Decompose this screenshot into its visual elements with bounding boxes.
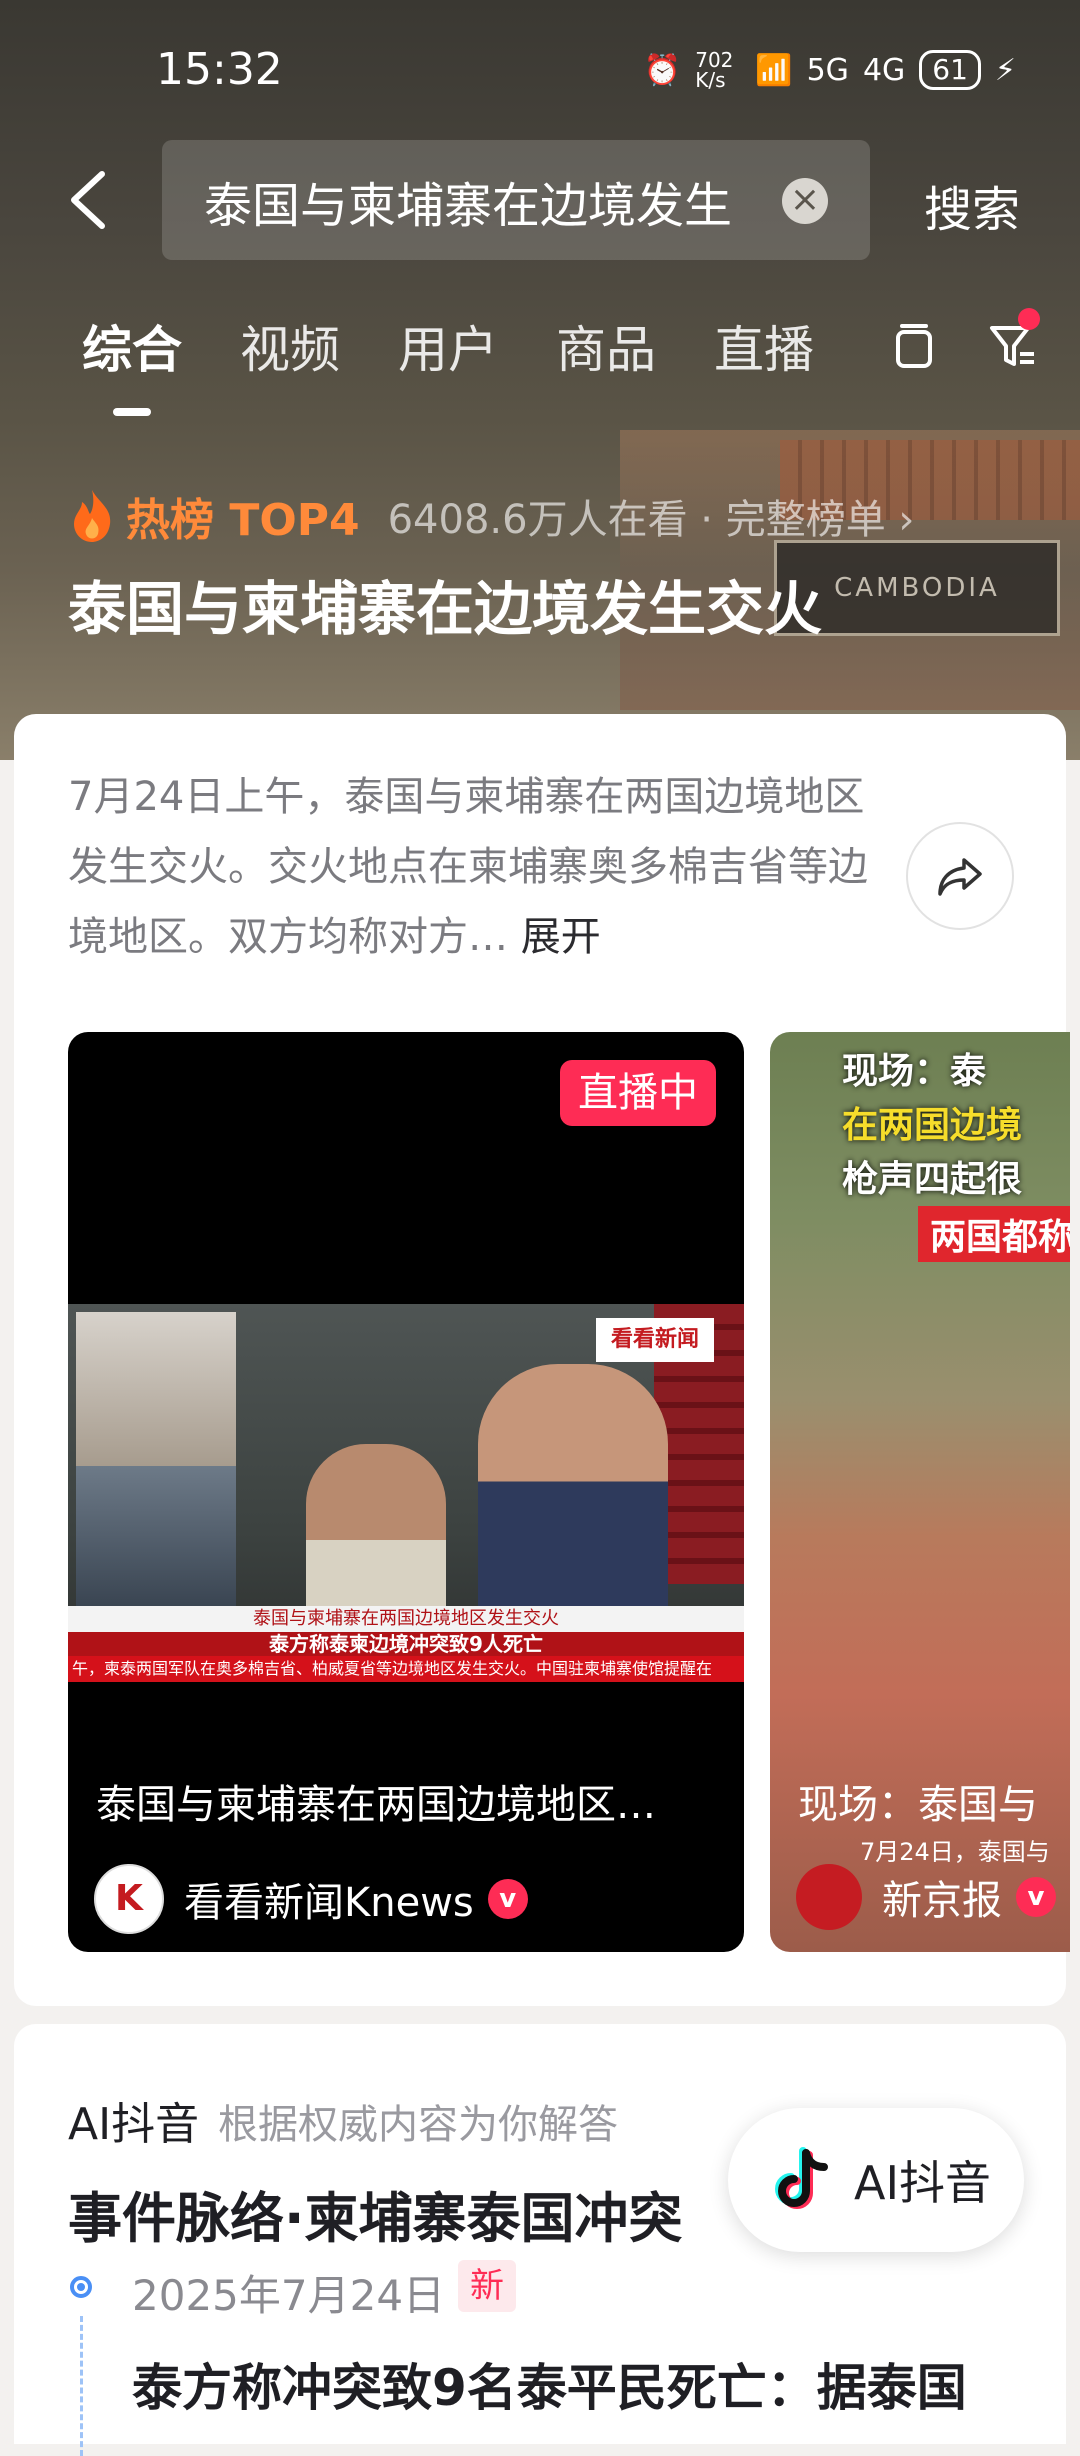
charging-icon: ⚡ xyxy=(994,52,1016,88)
ai-label: AI抖音 xyxy=(68,2099,200,2150)
thumbnail-pip-expert xyxy=(76,1466,236,1606)
video2-caption: 两国都称 xyxy=(918,1206,1070,1262)
hot-rank-row[interactable]: 热榜 TOP4 6408.6万人在看 · 完整榜单 › xyxy=(68,484,914,548)
clear-icon[interactable]: × xyxy=(782,178,828,224)
video-thumbnail: 看看新闻 泰国与柬埔寨在两国边境地区发生交火 泰方称泰柬边境冲突致9人死亡 午，… xyxy=(68,1304,744,1682)
author-name: 新京报 xyxy=(882,1878,1002,1924)
douyin-icon xyxy=(775,2147,828,2209)
signal-5g: 5G xyxy=(806,52,849,88)
status-bar: 15:32 ⏰ 702 K/s 📶 5G 4G 61 ⚡ xyxy=(0,0,1080,140)
avatar[interactable] xyxy=(94,1864,164,1934)
thumbnail-ticker: 泰国与柬埔寨在两国边境地区发生交火 泰方称泰柬边境冲突致9人死亡 午，柬泰两国军… xyxy=(68,1606,744,1682)
timeline-date: 2025年7月24日 xyxy=(132,2271,446,2320)
alarm-icon: ⏰ xyxy=(643,52,682,88)
search-bar[interactable]: × xyxy=(162,140,870,262)
search-button[interactable]: 搜索 xyxy=(924,170,1020,240)
video-author[interactable]: 新京报 v xyxy=(796,1864,1056,1930)
signal-4g: 4G xyxy=(862,52,906,88)
timeline-dot xyxy=(70,2276,92,2298)
tab-users[interactable]: 用户 xyxy=(398,310,498,390)
author-name: 看看新闻Knews xyxy=(184,1880,474,1926)
status-icons: ⏰ 702 K/s 📶 5G 4G 61 ⚡ xyxy=(644,50,1016,90)
ai-douyin-button[interactable]: AI抖音 xyxy=(728,2108,1024,2252)
ticker-main: 泰方称泰柬边境冲突致9人死亡 xyxy=(269,1632,543,1656)
thumbnail-pip-host xyxy=(76,1312,236,1466)
new-badge: 新 xyxy=(458,2260,516,2312)
ticker-scroll: 午，柬泰两国军队在奥多棉吉省、柏威夏省等边境地区发生交火。中国驻柬埔寨使馆提醒在 xyxy=(68,1656,744,1682)
thumbnail-person xyxy=(478,1364,668,1644)
video2-date-caption: 7月24日，泰国与 xyxy=(860,1838,1050,1866)
summary-body: 7月24日上午，泰国与柬埔寨在两国边境地区发生交火。交火地点在柬埔寨奥多棉吉省等… xyxy=(68,774,868,960)
summary-text: 7月24日上午，泰国与柬埔寨在两国边境地区发生交火。交火地点在柬埔寨奥多棉吉省等… xyxy=(68,762,888,972)
flame-icon xyxy=(74,490,111,542)
timeline-text: 泰方称冲突致9名泰平民死亡：据泰国 xyxy=(132,2359,967,2417)
timeline-line xyxy=(80,2316,83,2456)
ai-subtitle: 根据权威内容为你解答 xyxy=(218,2102,618,2148)
video-title: 泰国与柬埔寨在两国边境地区… xyxy=(96,1782,656,1828)
net-speed: 702 K/s xyxy=(695,48,734,92)
expand-button[interactable]: 展开 xyxy=(508,914,601,960)
back-icon xyxy=(71,171,105,229)
video-card-live[interactable]: 直播中 看看新闻 泰国与柬埔寨在两国边境地区发生交火 泰方称泰柬边境冲突致9人死… xyxy=(68,1032,744,1952)
back-button[interactable] xyxy=(60,160,120,240)
video2-caption: 在两国边境 xyxy=(842,1105,1023,1146)
share-button[interactable] xyxy=(906,822,1014,930)
tab-comprehensive[interactable]: 综合 xyxy=(82,310,182,390)
status-time: 15:32 xyxy=(156,44,283,95)
video-author[interactable]: 看看新闻Knews v xyxy=(94,1864,528,1934)
avatar[interactable] xyxy=(796,1864,862,1930)
video2-caption: 现场：泰 xyxy=(842,1051,987,1092)
ticker-top: 泰国与柬埔寨在两国边境地区发生交火 xyxy=(68,1606,744,1632)
verified-icon: v xyxy=(487,1879,528,1919)
layout-icon[interactable] xyxy=(892,322,936,374)
tab-video[interactable]: 视频 xyxy=(240,310,340,390)
video-title: 现场：泰国与 xyxy=(798,1782,1038,1828)
result-tabs: 综合 视频 用户 商品 直播 xyxy=(82,310,872,390)
hot-rank-label: 热榜 TOP4 xyxy=(126,495,360,546)
ai-douyin-label: AI抖音 xyxy=(854,2156,992,2210)
ai-title: 事件脉络·柬埔寨泰国冲突 xyxy=(68,2187,683,2250)
tab-live[interactable]: 直播 xyxy=(714,310,814,390)
share-icon xyxy=(938,858,982,896)
video2-caption: 枪声四起很 xyxy=(842,1159,1023,1200)
thumbnail-logo: 看看新闻 xyxy=(596,1318,714,1362)
search-input[interactable] xyxy=(202,140,766,262)
summary-card: 7月24日上午，泰国与柬埔寨在两国边境地区发生交火。交火地点在柬埔寨奥多棉吉省等… xyxy=(14,714,1070,2006)
hot-topic-title: 泰国与柬埔寨在边境发生交火 xyxy=(68,575,823,643)
tab-products[interactable]: 商品 xyxy=(556,310,656,390)
hot-views[interactable]: 6408.6万人在看 · 完整榜单 › xyxy=(388,487,915,545)
battery-indicator: 61 xyxy=(919,50,981,90)
video-card-2[interactable]: 现场：泰 在两国边境 枪声四起很 两国都称 现场：泰国与 7月24日，泰国与 新… xyxy=(770,1032,1070,1952)
filter-notification-dot xyxy=(1018,308,1040,330)
wifi-icon: 📶 xyxy=(755,52,793,88)
live-badge: 直播中 xyxy=(560,1060,716,1126)
verified-icon: v xyxy=(1016,1877,1056,1917)
